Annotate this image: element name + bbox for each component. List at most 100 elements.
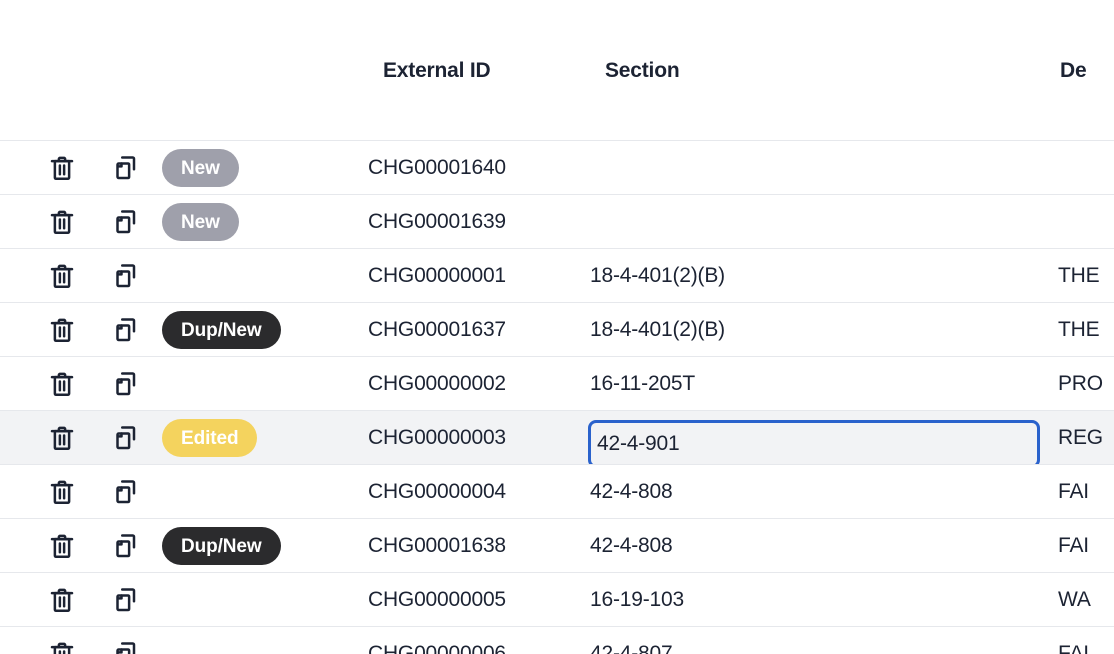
section-cell[interactable]: 42-4-808 xyxy=(590,465,1046,519)
external-id-cell[interactable]: CHG00001637 xyxy=(368,303,586,357)
table-row[interactable]: New CHG00001640 xyxy=(0,140,1114,194)
status-badge: Edited xyxy=(162,419,258,457)
table-row[interactable]: CHG00000006 42-4-807 FAI xyxy=(0,626,1114,654)
table-row[interactable]: CHG00000002 16-11-205T PRO xyxy=(0,356,1114,410)
external-id-cell[interactable]: CHG00001638 xyxy=(368,519,586,573)
section-input[interactable] xyxy=(588,420,1040,468)
table-row[interactable]: Edited CHG00000003 REG xyxy=(0,410,1114,468)
column-header-external-id[interactable]: External ID xyxy=(383,59,491,83)
status-cell: New xyxy=(162,141,362,195)
external-id-cell[interactable]: CHG00000005 xyxy=(368,573,586,627)
section-cell[interactable]: 18-4-401(2)(B) xyxy=(590,249,1046,303)
status-badge: Dup/New xyxy=(162,311,281,349)
column-header-description[interactable]: De xyxy=(1060,59,1087,83)
section-cell[interactable] xyxy=(590,195,1046,249)
status-cell xyxy=(162,249,362,303)
description-cell[interactable]: PRO xyxy=(1058,357,1114,411)
copy-icon xyxy=(111,369,141,399)
external-id-cell[interactable]: CHG00000004 xyxy=(368,465,586,519)
delete-row-button[interactable] xyxy=(40,573,84,627)
trash-icon xyxy=(47,261,77,291)
copy-icon xyxy=(111,585,141,615)
delete-row-button[interactable] xyxy=(40,249,84,303)
description-cell[interactable]: FAI xyxy=(1058,465,1114,519)
copy-icon xyxy=(111,153,141,183)
delete-row-button[interactable] xyxy=(40,627,84,654)
duplicate-row-button[interactable] xyxy=(104,195,148,249)
description-cell[interactable]: WA xyxy=(1058,573,1114,627)
section-cell[interactable]: 18-4-401(2)(B) xyxy=(590,303,1046,357)
copy-icon xyxy=(111,423,141,453)
copy-icon xyxy=(111,315,141,345)
trash-icon xyxy=(47,531,77,561)
table-row[interactable]: CHG00000005 16-19-103 WA xyxy=(0,572,1114,626)
trash-icon xyxy=(47,153,77,183)
copy-icon xyxy=(111,261,141,291)
copy-icon xyxy=(111,639,141,654)
external-id-cell[interactable]: CHG00001639 xyxy=(368,195,586,249)
status-cell: Dup/New xyxy=(162,519,362,573)
external-id-cell[interactable]: CHG00001640 xyxy=(368,141,586,195)
duplicate-row-button[interactable] xyxy=(104,141,148,195)
delete-row-button[interactable] xyxy=(40,357,84,411)
delete-row-button[interactable] xyxy=(40,411,84,465)
trash-icon xyxy=(47,477,77,507)
delete-row-button[interactable] xyxy=(40,303,84,357)
description-cell[interactable] xyxy=(1058,195,1114,249)
description-cell[interactable]: THE xyxy=(1058,303,1114,357)
status-cell xyxy=(162,357,362,411)
duplicate-row-button[interactable] xyxy=(104,249,148,303)
table-body: New CHG00001640 New CHG00001639 CHG00000001 1… xyxy=(0,140,1114,654)
status-badge: New xyxy=(162,149,239,187)
section-cell[interactable]: 16-11-205T xyxy=(590,357,1046,411)
status-cell xyxy=(162,627,362,654)
description-cell[interactable]: FAI xyxy=(1058,627,1114,654)
delete-row-button[interactable] xyxy=(40,141,84,195)
table-row[interactable]: CHG00000001 18-4-401(2)(B) THE xyxy=(0,248,1114,302)
description-cell[interactable]: THE xyxy=(1058,249,1114,303)
copy-icon xyxy=(111,207,141,237)
column-header-section[interactable]: Section xyxy=(605,59,680,83)
table-row[interactable]: Dup/New CHG00001638 42-4-808 FAI xyxy=(0,518,1114,572)
status-cell: New xyxy=(162,195,362,249)
external-id-cell[interactable]: CHG00000006 xyxy=(368,627,586,654)
external-id-cell[interactable]: CHG00000003 xyxy=(368,411,586,465)
trash-icon xyxy=(47,423,77,453)
copy-icon xyxy=(111,477,141,507)
description-cell[interactable] xyxy=(1058,141,1114,195)
delete-row-button[interactable] xyxy=(40,195,84,249)
status-cell: Edited xyxy=(162,411,362,465)
table-row[interactable]: Dup/New CHG00001637 18-4-401(2)(B) THE xyxy=(0,302,1114,356)
trash-icon xyxy=(47,315,77,345)
external-id-cell[interactable]: CHG00000001 xyxy=(368,249,586,303)
status-badge: New xyxy=(162,203,239,241)
duplicate-row-button[interactable] xyxy=(104,519,148,573)
delete-row-button[interactable] xyxy=(40,519,84,573)
copy-icon xyxy=(111,531,141,561)
external-id-cell[interactable]: CHG00000002 xyxy=(368,357,586,411)
duplicate-row-button[interactable] xyxy=(104,573,148,627)
duplicate-row-button[interactable] xyxy=(104,411,148,465)
description-cell[interactable]: FAI xyxy=(1058,519,1114,573)
status-cell xyxy=(162,465,362,519)
delete-row-button[interactable] xyxy=(40,465,84,519)
duplicate-row-button[interactable] xyxy=(104,465,148,519)
duplicate-row-button[interactable] xyxy=(104,627,148,654)
section-cell[interactable] xyxy=(590,141,1046,195)
trash-icon xyxy=(47,585,77,615)
section-cell[interactable]: 42-4-808 xyxy=(590,519,1046,573)
trash-icon xyxy=(47,639,77,654)
charges-table-viewport: External ID Section De New CHG00001640 New… xyxy=(0,0,1114,654)
status-badge: Dup/New xyxy=(162,527,281,565)
section-cell[interactable]: 42-4-807 xyxy=(590,627,1046,654)
description-cell[interactable]: REG xyxy=(1058,411,1114,465)
trash-icon xyxy=(47,207,77,237)
status-cell: Dup/New xyxy=(162,303,362,357)
section-cell[interactable]: 16-19-103 xyxy=(590,573,1046,627)
table-row[interactable]: New CHG00001639 xyxy=(0,194,1114,248)
duplicate-row-button[interactable] xyxy=(104,357,148,411)
trash-icon xyxy=(47,369,77,399)
table-row[interactable]: CHG00000004 42-4-808 FAI xyxy=(0,464,1114,518)
status-cell xyxy=(162,573,362,627)
duplicate-row-button[interactable] xyxy=(104,303,148,357)
